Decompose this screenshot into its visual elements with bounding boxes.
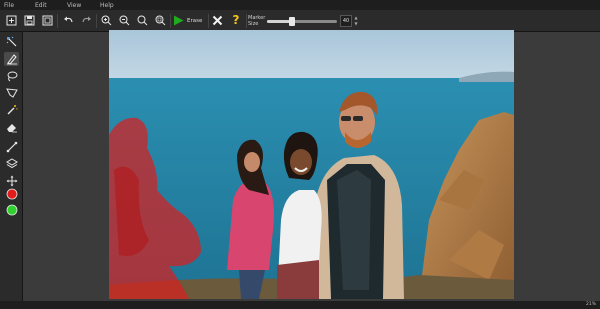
move-icon <box>6 175 17 187</box>
zoom-actual-button[interactable] <box>135 13 149 27</box>
zoom-in-button[interactable] <box>99 13 113 27</box>
auto-select-icon <box>6 36 16 47</box>
lasso-tool[interactable] <box>4 69 19 83</box>
new-button[interactable] <box>4 13 18 27</box>
eraser-tool[interactable] <box>4 120 19 134</box>
zoom-level: 21% <box>585 302 596 307</box>
erase-button-label: Erase <box>187 17 203 24</box>
zoom-out-icon <box>119 15 129 25</box>
marker-tool[interactable] <box>4 52 19 66</box>
undo-icon <box>63 16 73 22</box>
color-red-button[interactable] <box>4 187 19 201</box>
magic-wand-tool[interactable] <box>4 103 19 117</box>
lasso-icon <box>7 71 17 82</box>
marker-size-label: Marker Size <box>248 15 266 27</box>
save-button[interactable] <box>22 13 36 27</box>
image-canvas[interactable] <box>109 30 514 299</box>
new-icon <box>6 15 16 25</box>
tool-sidebar <box>0 32 23 301</box>
slider-fill <box>267 20 292 23</box>
color-red-icon <box>6 188 17 200</box>
zoom-in-icon <box>101 15 111 25</box>
color-green-button[interactable] <box>4 203 19 217</box>
redo-icon <box>81 16 91 22</box>
magic-wand-icon <box>7 105 18 115</box>
auto-select-tool[interactable] <box>4 35 19 49</box>
layers-icon <box>5 158 18 169</box>
status-bar: 21% <box>0 301 600 309</box>
cancel-button[interactable] <box>210 13 224 27</box>
zoom-fit-button[interactable] <box>153 13 167 27</box>
menu-edit[interactable]: Edit <box>35 2 47 9</box>
eraser-icon <box>6 124 17 133</box>
save-as-icon <box>42 15 52 25</box>
marker-size-spinner[interactable]: ▲ ▼ <box>353 15 359 27</box>
line-tool[interactable] <box>4 140 19 154</box>
slider-thumb[interactable] <box>288 17 295 26</box>
line-icon <box>6 141 17 153</box>
play-icon <box>174 15 184 26</box>
zoom-actual-icon <box>137 15 147 25</box>
menu-bar: File Edit View Help <box>0 0 600 10</box>
menu-file[interactable]: File <box>4 2 14 9</box>
toolbar: Erase ? Marker Size 40 ▲ ▼ <box>0 10 600 32</box>
marker-icon <box>6 54 17 65</box>
erase-button[interactable]: Erase <box>173 13 207 28</box>
menu-view[interactable]: View <box>67 2 81 9</box>
save-icon <box>24 15 34 25</box>
marker-size-input[interactable]: 40 <box>340 15 352 27</box>
polygon-icon <box>5 88 18 98</box>
cancel-icon <box>212 15 222 25</box>
photo <box>109 30 514 299</box>
redo-button[interactable] <box>79 13 93 27</box>
help-button[interactable]: ? <box>229 13 243 27</box>
color-green-icon <box>6 204 17 216</box>
marker-size-slider[interactable] <box>267 17 337 26</box>
zoom-out-button[interactable] <box>117 13 131 27</box>
save-as-button[interactable] <box>40 13 54 27</box>
help-icon: ? <box>232 13 240 27</box>
polygon-tool[interactable] <box>4 86 19 100</box>
zoom-fit-icon <box>155 15 165 25</box>
move-tool[interactable] <box>4 174 19 188</box>
layers-tool[interactable] <box>4 157 19 171</box>
undo-button[interactable] <box>61 13 75 27</box>
menu-help[interactable]: Help <box>100 2 114 9</box>
